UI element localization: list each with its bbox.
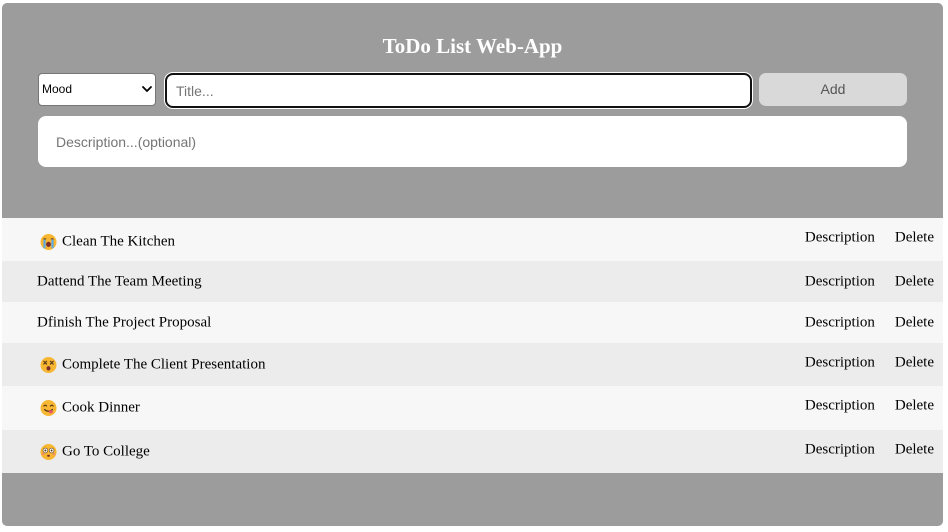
mood-select-value: Mood: [42, 82, 73, 96]
row-actions: Description Delete: [805, 397, 934, 414]
row-actions: Description Delete: [805, 314, 934, 331]
todo-item-title: Clean The Kitchen: [37, 233, 175, 250]
row-actions: Description Delete: [805, 273, 934, 290]
flushed-face-icon: [40, 443, 57, 460]
title-input[interactable]: Title...: [165, 73, 752, 108]
todo-app: ToDo List Web-App Mood Title... Add Desc…: [2, 3, 943, 526]
todo-item: Go To College Description Delete: [2, 430, 943, 473]
description-button[interactable]: Description: [805, 441, 875, 458]
todo-item: Clean The Kitchen Description Delete: [2, 218, 943, 261]
delete-button[interactable]: Delete: [895, 229, 934, 246]
description-button[interactable]: Description: [805, 397, 875, 414]
crying-face-icon: [40, 233, 57, 250]
delete-button[interactable]: Delete: [895, 354, 934, 371]
mood-select[interactable]: Mood: [38, 73, 156, 106]
delete-button[interactable]: Delete: [895, 273, 934, 290]
title-input-placeholder: Title...: [176, 83, 214, 99]
description-button[interactable]: Description: [805, 229, 875, 246]
todo-item-title: Complete The Client Presentation: [37, 356, 265, 373]
row-actions: Description Delete: [805, 229, 934, 246]
description-input-placeholder: Description...(optional): [56, 134, 197, 150]
description-button[interactable]: Description: [805, 273, 875, 290]
add-button[interactable]: Add: [759, 73, 907, 106]
todo-list: Clean The Kitchen Description Delete Dat…: [2, 218, 943, 473]
description-button[interactable]: Description: [805, 314, 875, 331]
dizzy-face-icon: [40, 356, 57, 373]
todo-item: Dfinish The Project Proposal Description…: [2, 302, 943, 343]
todo-item-title: Dattend The Team Meeting: [37, 273, 202, 289]
todo-item-title: Go To College: [37, 443, 150, 460]
delete-button[interactable]: Delete: [895, 397, 934, 414]
todo-item: Complete The Client Presentation Descrip…: [2, 343, 943, 386]
yum-face-icon: [40, 400, 57, 417]
todo-item-title: Dfinish The Project Proposal: [37, 314, 212, 330]
todo-item: Dattend The Team Meeting Description Del…: [2, 261, 943, 302]
delete-button[interactable]: Delete: [895, 441, 934, 458]
description-button[interactable]: Description: [805, 354, 875, 371]
delete-button[interactable]: Delete: [895, 314, 934, 331]
page-title: ToDo List Web-App: [382, 34, 563, 58]
todo-item-title: Cook Dinner: [37, 400, 140, 417]
row-actions: Description Delete: [805, 354, 934, 371]
chevron-down-icon: [141, 83, 153, 95]
description-input[interactable]: Description...(optional): [38, 116, 907, 167]
row-actions: Description Delete: [805, 441, 934, 458]
todo-item: Cook Dinner Description Delete: [2, 386, 943, 430]
